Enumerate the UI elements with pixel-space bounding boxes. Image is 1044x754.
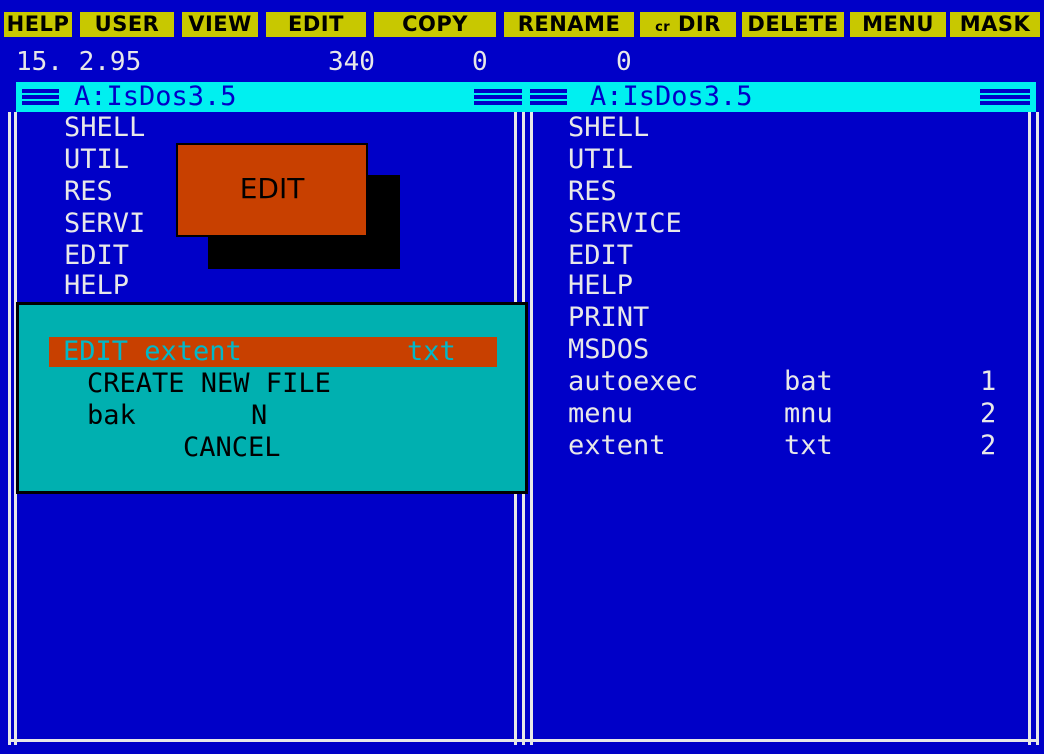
- rename-button[interactable]: RENAME: [504, 12, 634, 37]
- status-count-left: 0: [472, 47, 488, 77]
- right-frame-outer: [1036, 112, 1039, 745]
- left-panel-header[interactable]: A:IsDos3.5: [16, 82, 528, 112]
- list-item[interactable]: HELP: [64, 270, 129, 302]
- list-item[interactable]: MSDOS: [568, 334, 649, 366]
- left-frame-outer: [8, 112, 11, 745]
- help-button[interactable]: HELP: [4, 12, 72, 37]
- file-name[interactable]: menu: [568, 398, 633, 430]
- file-name[interactable]: autoexec: [568, 366, 698, 398]
- view-button[interactable]: VIEW: [182, 12, 258, 37]
- list-item[interactable]: PRINT: [568, 302, 649, 334]
- list-item[interactable]: RES: [568, 176, 617, 208]
- edit-button[interactable]: EDIT: [266, 12, 366, 37]
- file-size: 2: [980, 430, 997, 461]
- edit-title-box: EDIT: [176, 143, 368, 237]
- divider-line-3: [530, 112, 533, 745]
- list-item[interactable]: SHELL: [64, 112, 145, 144]
- list-item[interactable]: HELP: [568, 270, 633, 302]
- list-item[interactable]: EDIT: [64, 240, 129, 272]
- file-size: 1: [980, 366, 997, 397]
- edit-title-label: EDIT: [239, 172, 305, 205]
- create-dir-button[interactable]: cr DIR: [640, 12, 736, 37]
- edit-file-ext: txt: [407, 336, 456, 367]
- bak-option[interactable]: bak: [87, 400, 136, 432]
- right-panel-title: A:IsDos3.5: [590, 81, 753, 112]
- left-panel-title: A:IsDos3.5: [74, 81, 237, 112]
- copy-button[interactable]: COPY: [374, 12, 496, 37]
- status-size: 340: [328, 47, 375, 77]
- delete-button[interactable]: DELETE: [742, 12, 844, 37]
- file-ext: txt: [784, 430, 833, 461]
- bak-value: N: [251, 400, 268, 431]
- list-item[interactable]: UTIL: [568, 144, 633, 176]
- right-header-bars-right-icon: [980, 89, 1030, 105]
- function-key-bar: HELP USER VIEW EDIT COPY RENAME cr DIR D…: [0, 0, 1044, 44]
- status-date: 15. 2.95: [16, 47, 142, 77]
- left-header-bars-right-icon: [474, 89, 522, 105]
- file-ext: bat: [784, 366, 833, 397]
- file-ext: mnu: [784, 398, 833, 429]
- menu-button[interactable]: MENU: [850, 12, 946, 37]
- left-header-bars-icon: [22, 89, 59, 105]
- list-item[interactable]: SERVICE: [568, 208, 682, 240]
- edit-dialog: EDIT extent txt CREATE NEW FILE bak N CA…: [16, 302, 528, 494]
- mask-button[interactable]: MASK: [950, 12, 1040, 37]
- list-item[interactable]: SHELL: [568, 112, 649, 144]
- list-item[interactable]: RES: [64, 176, 113, 208]
- list-item[interactable]: EDIT: [568, 240, 633, 272]
- create-new-file-option[interactable]: CREATE NEW FILE: [87, 368, 331, 400]
- right-header-bars-icon: [530, 89, 567, 105]
- right-panel-header[interactable]: A:IsDos3.5: [528, 82, 1036, 112]
- user-button[interactable]: USER: [80, 12, 174, 37]
- file-size: 2: [980, 398, 997, 429]
- edit-file-option[interactable]: EDIT extent: [63, 336, 242, 368]
- list-item[interactable]: UTIL: [64, 144, 129, 176]
- file-name[interactable]: extent: [568, 430, 666, 462]
- bottom-frame-line: [8, 739, 1038, 742]
- right-frame-inner: [1028, 112, 1031, 745]
- list-item[interactable]: SERVI: [64, 208, 145, 240]
- cancel-option[interactable]: CANCEL: [183, 432, 281, 464]
- status-count-right: 0: [616, 47, 632, 77]
